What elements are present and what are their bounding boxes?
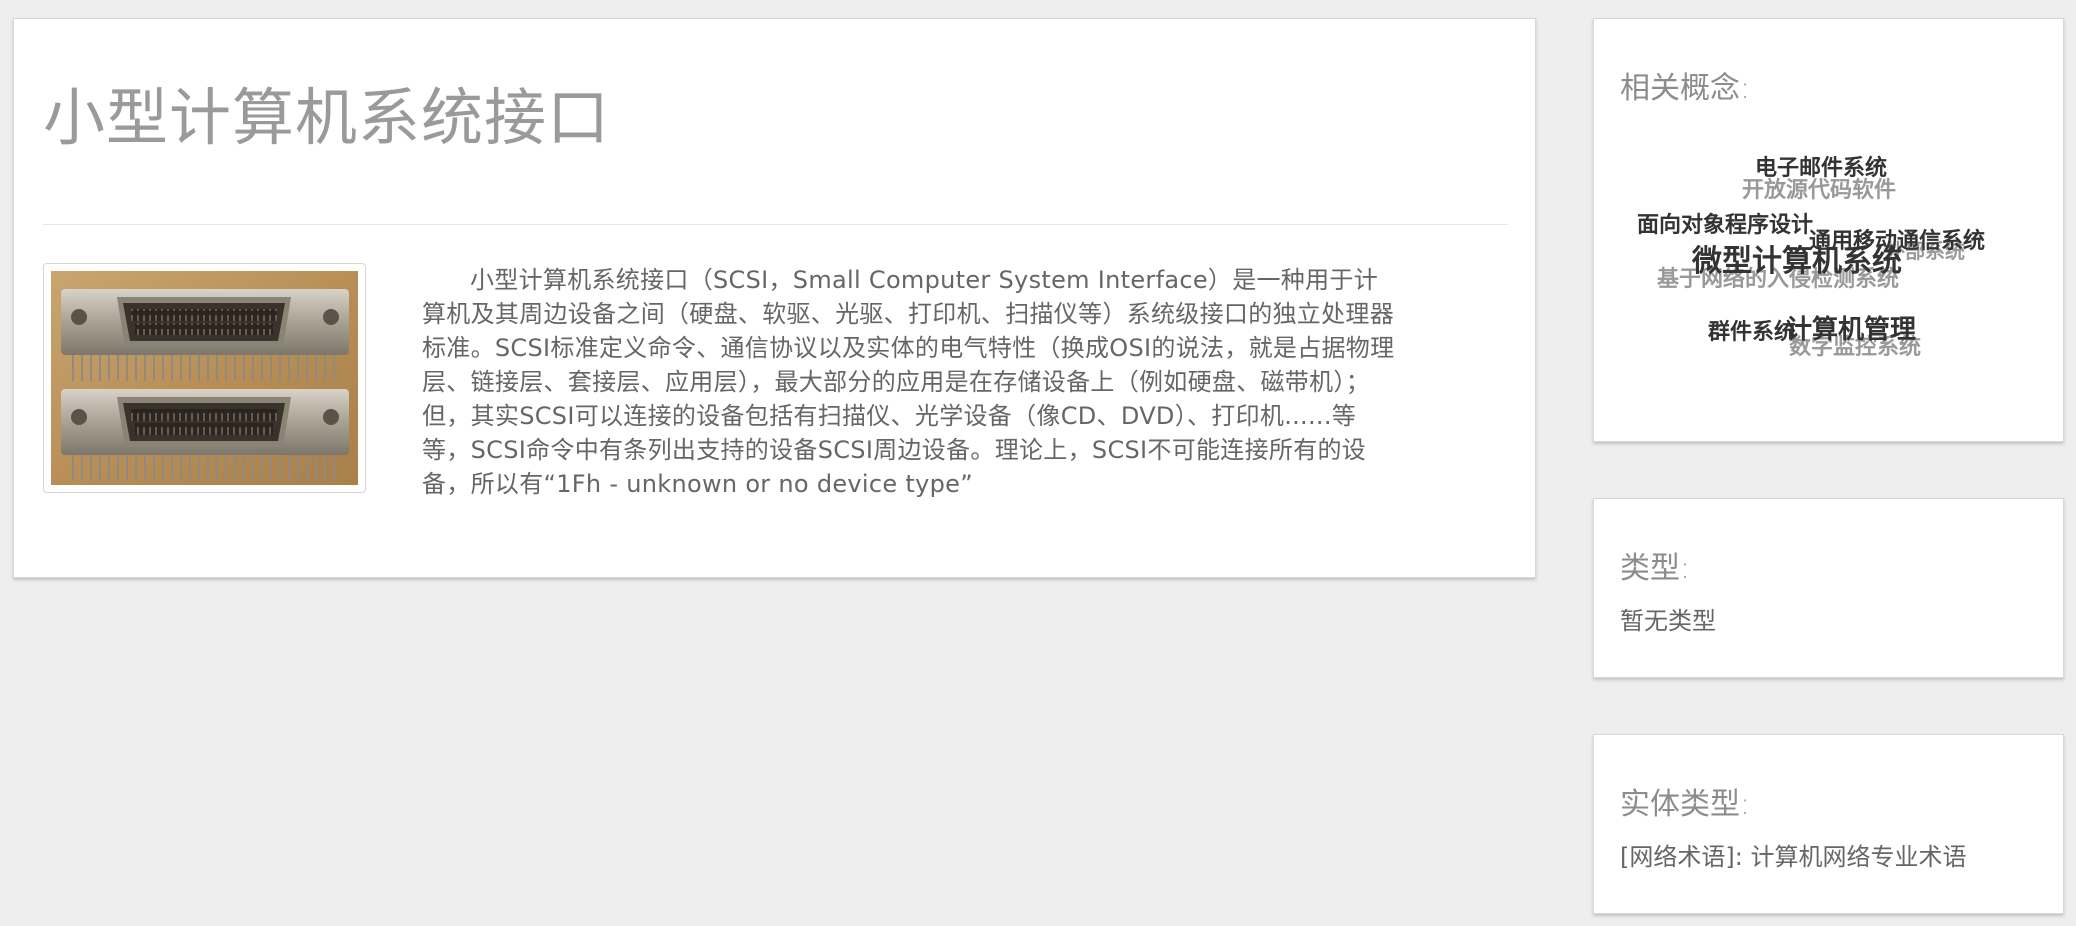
related-concepts-card: 相关概念: 电子邮件系统 开放源代码软件 面向对象程序设计 外部系统 通用移动通…: [1593, 18, 2064, 442]
entity-type-card: 实体类型: [网络术语]: 计算机网络专业术语: [1593, 734, 2064, 914]
type-heading: 类型:: [1620, 551, 1691, 586]
entity-type-heading: 实体类型:: [1620, 787, 1751, 822]
article-image: [43, 263, 366, 493]
related-concepts-heading: 相关概念:: [1620, 71, 1751, 106]
article-description: 小型计算机系统接口（SCSI，Small Computer System Int…: [422, 266, 1395, 498]
type-card: 类型: 暂无类型: [1593, 498, 2064, 678]
entity-type-value: [网络术语]: 计算机网络专业术语: [1620, 843, 1967, 871]
related-word-link[interactable]: 群件系统: [1708, 322, 1796, 344]
scsi-connector-image: [51, 271, 358, 485]
title-divider: [43, 224, 1508, 225]
related-word-link[interactable]: 电子邮件系统: [1755, 158, 1887, 180]
related-word-link[interactable]: 计算机管理: [1786, 317, 1916, 343]
type-value: 暂无类型: [1620, 607, 1716, 635]
related-word-link[interactable]: 面向对象程序设计: [1637, 215, 1813, 237]
related-word-link[interactable]: 开放源代码软件: [1742, 180, 1896, 202]
main-article-card: 小型计算机系统接口 小型计算机系统接口（SCSI，Small Computer …: [13, 18, 1536, 578]
related-word-link[interactable]: 微型计算机系统: [1692, 247, 1902, 277]
page-title: 小型计算机系统接口: [43, 81, 611, 154]
